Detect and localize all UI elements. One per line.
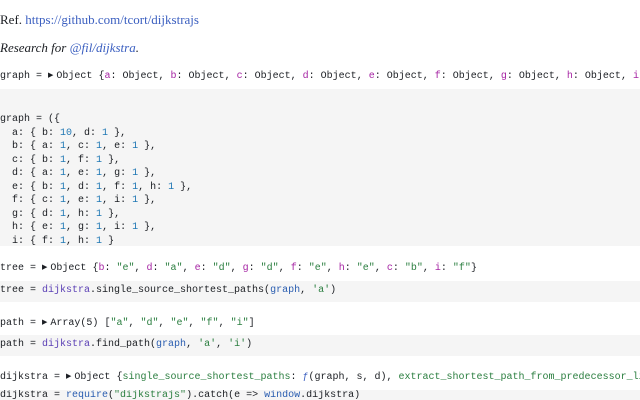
path-output[interactable]: path = ▶ Array(5) ["a", "d", "e", "f", "i… [0,315,640,331]
path-cell-object: dijkstra [42,339,91,350]
ref-paragraph: Ref. https://github.com/tcort/dijkstrajs [0,12,199,28]
code-line: e: { b: 1, d: 1, f: 1, h: 1 }, [0,181,193,193]
dijkstra-cell-code: dijkstra = require("dijkstrajs").catch(e… [0,390,361,400]
tree-cell-sep: , [300,285,313,296]
expand-triangle-icon[interactable]: ▶ [42,315,47,331]
dijkstra-output-body: {single_source_shortest_paths: ƒ(graph, … [116,372,640,383]
path-cell-close: ) [246,339,253,350]
tree-output-body: {b: "e", d: "a", e: "d", g: "d", f: "e",… [92,263,477,274]
path-cell-method: .find_path( [90,339,157,350]
code-line: b: { a: 1, c: 1, e: 1 }, [0,141,157,152]
graph-code-cell[interactable]: graph = ({ a: { b: 10, d: 1 }, b: { a: 1… [0,89,640,246]
path-cell-arg-graph: graph [156,339,187,350]
github-link[interactable]: https://github.com/tcort/dijkstrajs [25,12,199,27]
tree-cell-lhs: tree = [0,285,43,296]
tree-output-head: tree = [0,263,43,274]
path-code-cell[interactable]: path = dijkstra.find_path(graph, 'a', 'i… [0,335,640,356]
expand-triangle-icon[interactable]: ▶ [66,369,71,385]
path-cell-lhs: path = [0,339,43,350]
ref-label: Ref. [0,12,23,27]
code-line: a: { b: 10, d: 1 }, [0,127,127,139]
path-cell-arg-target: 'i' [228,339,247,350]
dijkstra-output[interactable]: dijkstra = ▶ Object {single_source_shorte… [0,369,640,385]
research-suffix: . [135,40,139,55]
tree-output[interactable]: tree = ▶ Object {b: "e", d: "a", e: "d", … [0,260,640,276]
research-paragraph: Research for @fil/dijkstra. [0,40,139,56]
tree-cell-method: .single_source_shortest_paths( [90,285,271,296]
graph-output-body: {a: Object, b: Object, c: Object, d: Obj… [98,71,640,82]
path-output-head: path = [0,318,43,329]
graph-output-head: graph = [0,71,49,82]
path-output-body: ["a", "d", "e", "f", "i"] [104,318,255,329]
expand-triangle-icon[interactable]: ▶ [42,260,47,276]
code-line: c: { b: 1, f: 1 }, [0,154,121,166]
dijkstra-output-type: Object [74,372,111,383]
dijkstra-output-head: dijkstra = [0,372,67,383]
tree-cell-arg-source: 'a' [312,285,331,296]
tree-output-type: Object [50,263,87,274]
tree-code-cell[interactable]: tree = dijkstra.single_source_shortest_p… [0,281,640,302]
notebook-link[interactable]: @fil/dijkstra [70,40,136,55]
tree-cell-object: dijkstra [42,285,91,296]
graph-output-type: Object [56,71,93,82]
code-line: h: { e: 1, g: 1, i: 1 }, [0,222,157,233]
code-line: graph = ({ [0,114,61,125]
code-line: g: { d: 1, h: 1 }, [0,208,121,220]
path-output-type: Array(5) [50,318,99,329]
research-prefix: Research for [0,40,67,55]
code-line: d: { a: 1, e: 1, g: 1 }, [0,168,157,179]
tree-cell-close: ) [330,285,337,296]
path-cell-sep2: , [216,339,229,350]
code-line: i: { f: 1, h: 1 } [0,235,115,247]
path-cell-arg-source: 'a' [198,339,217,350]
graph-code-lines: graph = ({ a: { b: 10, d: 1 }, b: { a: 1… [0,111,640,246]
code-line: f: { c: 1, e: 1, i: 1 }, [0,195,157,206]
tree-cell-arg-graph: graph [270,285,301,296]
graph-output[interactable]: graph = ▶ Object {a: Object, b: Object, c… [0,68,640,84]
dijkstra-code-cell[interactable]: dijkstra = require("dijkstrajs").catch(e… [0,390,640,400]
path-cell-sep1: , [186,339,199,350]
expand-triangle-icon[interactable]: ▶ [48,68,53,84]
